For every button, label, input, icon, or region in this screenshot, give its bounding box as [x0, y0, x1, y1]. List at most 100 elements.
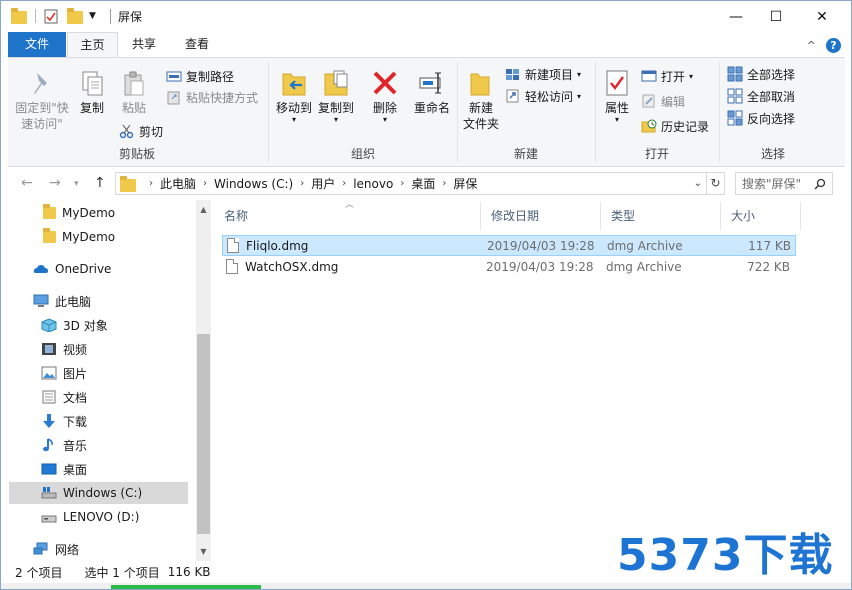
- tab-file[interactable]: 文件: [8, 32, 66, 57]
- breadcrumb-separator-icon[interactable]: ›: [300, 178, 304, 189]
- copy-to-button[interactable]: 复制到 ▾: [316, 68, 356, 124]
- new-folder-label-2: 文件夹: [462, 117, 499, 131]
- maximize-button[interactable]: ☐: [753, 1, 799, 32]
- nav-item-onedrive[interactable]: OneDrive: [9, 258, 188, 280]
- cut-label: 剪切: [139, 124, 164, 139]
- ribbon-collapse-icon[interactable]: ^: [807, 39, 816, 52]
- nav-item-label: 桌面: [63, 462, 88, 477]
- nav-item-network[interactable]: 网络: [9, 538, 188, 560]
- new-folder-quick-icon[interactable]: [67, 8, 83, 24]
- title-bar: ▼ 屏保 — ☐ ✕: [1, 1, 851, 32]
- scroll-down-icon[interactable]: ▼: [196, 544, 211, 559]
- new-folder-button[interactable]: 新建 文件夹: [459, 68, 503, 132]
- cut-button[interactable]: 剪切: [119, 121, 163, 141]
- cube-icon: [41, 318, 57, 332]
- column-header-type[interactable]: 类型: [601, 202, 721, 230]
- delete-button[interactable]: 删除 ▾: [368, 68, 402, 124]
- easy-access-button[interactable]: 轻松访问 ▾: [505, 86, 581, 106]
- nav-scrollbar[interactable]: ▲ ▼: [196, 200, 211, 561]
- address-dropdown-icon[interactable]: ⌄: [694, 178, 702, 189]
- table-row[interactable]: WatchOSX.dmg 2019/04/03 19:28 dmg Archiv…: [222, 256, 796, 277]
- nav-item-videos[interactable]: 视频: [9, 338, 188, 360]
- close-button[interactable]: ✕: [799, 1, 845, 32]
- file-size: 117 KB: [748, 238, 791, 253]
- up-arrow-icon[interactable]: ↑: [94, 175, 106, 191]
- scroll-up-icon[interactable]: ▲: [196, 202, 211, 217]
- back-arrow-icon[interactable]: ←: [21, 175, 33, 191]
- drive-icon: [41, 487, 57, 499]
- breadcrumb-users[interactable]: 用户: [311, 175, 335, 192]
- open-button[interactable]: 打开 ▾: [641, 66, 693, 86]
- breadcrumb-screensaver[interactable]: 屏保: [453, 175, 477, 192]
- table-row[interactable]: Fliqlo.dmg 2019/04/03 19:28 dmg Archive …: [222, 235, 796, 256]
- paste-icon: [124, 71, 144, 96]
- delete-label: 删除: [372, 101, 397, 115]
- invert-selection-label: 反向选择: [747, 111, 796, 126]
- search-icon[interactable]: [814, 178, 826, 190]
- breadcrumb-separator-icon[interactable]: ›: [203, 178, 207, 189]
- nav-item-lenovo-d[interactable]: LENOVO (D:): [9, 506, 188, 528]
- column-header-date[interactable]: 修改日期: [481, 202, 601, 230]
- breadcrumb-windows-c[interactable]: Windows (C:): [214, 177, 293, 191]
- move-to-icon: [282, 73, 306, 96]
- breadcrumb-this-pc[interactable]: 此电脑: [160, 175, 196, 192]
- history-button[interactable]: 历史记录: [641, 116, 709, 136]
- nav-item-music[interactable]: 音乐: [9, 434, 188, 456]
- copy-button[interactable]: 复制: [74, 70, 110, 116]
- easy-access-label: 轻松访问: [525, 89, 574, 104]
- pin-label: 固定到"快 速访问": [15, 101, 69, 131]
- desktop-icon: [41, 463, 57, 475]
- breadcrumb-lenovo[interactable]: lenovo: [353, 177, 393, 191]
- nav-item-mydemo[interactable]: MyDemo: [9, 226, 188, 248]
- edit-button[interactable]: 编辑: [641, 91, 685, 111]
- help-icon[interactable]: ?: [826, 38, 841, 53]
- column-header-size[interactable]: 大小: [721, 202, 801, 230]
- address-bar[interactable]: › 此电脑 › Windows (C:) › 用户 › lenovo › 桌面 › 屏保 …: [115, 172, 707, 195]
- computer-icon: [33, 294, 49, 307]
- nav-item-this-pc[interactable]: 此电脑: [9, 290, 188, 312]
- select-none-button[interactable]: 全部取消: [727, 86, 795, 106]
- new-item-button[interactable]: 新建项目 ▾: [505, 64, 581, 84]
- search-input[interactable]: 搜索"屏保": [735, 172, 833, 195]
- document-icon: [42, 390, 56, 404]
- refresh-icon[interactable]: ↻: [707, 172, 725, 195]
- tab-home[interactable]: 主页: [67, 32, 118, 57]
- nav-item-desktop[interactable]: 桌面: [9, 458, 188, 480]
- watermark-logo: 5373下载: [617, 530, 834, 581]
- rename-icon: [419, 72, 441, 94]
- nav-item-windows-c[interactable]: Windows (C:): [9, 482, 188, 504]
- select-all-button[interactable]: 全部选择: [727, 64, 795, 84]
- nav-item-documents[interactable]: 文档: [9, 386, 188, 408]
- rename-button[interactable]: 重命名: [410, 68, 454, 116]
- breadcrumb-desktop[interactable]: 桌面: [411, 175, 435, 192]
- forward-arrow-icon[interactable]: →: [49, 175, 61, 191]
- copy-path-button[interactable]: 复制路径: [166, 66, 234, 86]
- breadcrumb-separator-icon[interactable]: ›: [342, 178, 346, 189]
- invert-selection-button[interactable]: 反向选择: [727, 108, 795, 128]
- tab-view[interactable]: 查看: [173, 32, 221, 57]
- recent-dropdown-icon[interactable]: ▾: [74, 179, 79, 189]
- breadcrumb-separator-icon[interactable]: ›: [400, 178, 404, 189]
- pin-quick-access-button[interactable]: 固定到"快 速访问": [12, 70, 72, 132]
- nav-scrollbar-thumb[interactable]: [197, 334, 210, 534]
- quick-access-dropdown-icon[interactable]: ▼: [89, 11, 96, 21]
- properties-button[interactable]: 属性 ▾: [599, 68, 635, 124]
- properties-check-icon[interactable]: [44, 9, 58, 24]
- rename-label: 重命名: [413, 101, 450, 115]
- file-list: ︿ 名称 修改日期 类型 大小 Fliqlo.dmg 2019/04/03 19…: [214, 200, 845, 561]
- paste-shortcut-button[interactable]: 粘贴快捷方式: [166, 87, 258, 107]
- group-organize: 移动到 ▾ 复制到 ▾ 删除 ▾ 重命名 组织: [270, 58, 456, 166]
- nav-item-mydemo[interactable]: MyDemo: [9, 202, 188, 224]
- breadcrumb-separator-icon[interactable]: ›: [442, 178, 446, 189]
- easy-access-icon: [506, 89, 519, 103]
- move-to-button[interactable]: 移动到 ▾: [274, 68, 314, 124]
- nav-item-pictures[interactable]: 图片: [9, 362, 188, 384]
- tab-share[interactable]: 共享: [120, 32, 168, 57]
- nav-item-downloads[interactable]: 下载: [9, 410, 188, 432]
- nav-item-3d-objects[interactable]: 3D 对象: [9, 314, 188, 336]
- paste-shortcut-icon: [167, 91, 180, 105]
- column-header-name[interactable]: 名称: [214, 202, 481, 230]
- paste-button[interactable]: 粘贴: [114, 70, 154, 116]
- ribbon-home: 固定到"快 速访问" 复制 粘贴 复制路径 粘贴快捷方式 剪切 剪贴板 移动到 …: [8, 57, 845, 167]
- breadcrumb-separator-icon[interactable]: ›: [149, 178, 153, 189]
